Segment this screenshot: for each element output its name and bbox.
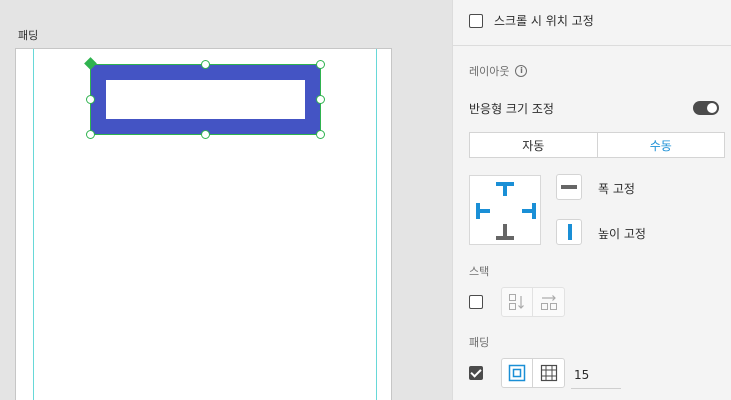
fix-width-icon	[561, 185, 577, 189]
stack-section-header: 스택	[469, 263, 489, 279]
selected-padding-group[interactable]	[84, 57, 325, 139]
stack-horizontal-button[interactable]	[533, 288, 564, 316]
resize-handle-top-center[interactable]	[201, 60, 210, 69]
padding-mode-group	[501, 358, 565, 388]
fix-height-label: 높이 고정	[598, 227, 646, 241]
resize-handle-bottom-right[interactable]	[316, 130, 325, 139]
padding-section-title: 패딩	[469, 336, 490, 349]
stack-direction-group	[501, 287, 565, 317]
layout-guide-right	[376, 49, 377, 400]
stack-section-title: 스택	[469, 265, 490, 278]
padding-individual-button[interactable]	[533, 359, 564, 387]
resize-mode-auto-tab[interactable]: 자동	[470, 133, 598, 157]
responsive-resize-row: 반응형 크기 조정	[469, 100, 554, 117]
section-divider	[453, 45, 731, 46]
layout-guide-left	[33, 49, 34, 400]
scroll-fix-label: 스크롤 시 위치 고정	[494, 14, 594, 28]
padding-checkbox[interactable]	[469, 366, 483, 380]
fix-width-label: 폭 고정	[598, 182, 635, 196]
padding-uniform-button[interactable]	[502, 359, 533, 387]
padding-section-header: 패딩	[469, 334, 489, 350]
padding-uniform-icon	[508, 364, 526, 382]
resize-handle-bottom-center[interactable]	[201, 130, 210, 139]
artboard[interactable]	[15, 48, 392, 400]
resize-handle-middle-left[interactable]	[86, 95, 95, 104]
padding-individual-icon	[540, 364, 557, 382]
stack-vertical-button[interactable]	[502, 288, 533, 316]
toggle-knob	[707, 103, 717, 113]
design-canvas[interactable]: 패딩	[0, 0, 452, 400]
fix-width-button[interactable]	[556, 174, 582, 200]
resize-handle-top-right[interactable]	[316, 60, 325, 69]
scroll-fix-checkbox[interactable]	[469, 13, 483, 28]
resize-mode-manual-tab[interactable]: 수동	[598, 133, 725, 157]
pin-bottom-icon[interactable]	[496, 224, 514, 240]
fix-height-icon	[568, 224, 572, 240]
inner-white-rect[interactable]	[106, 80, 305, 119]
stack-horizontal-icon	[540, 295, 557, 310]
responsive-resize-label: 반응형 크기 조정	[469, 102, 554, 116]
fix-height-button[interactable]	[556, 219, 582, 245]
stack-checkbox[interactable]	[469, 295, 483, 309]
resize-handle-middle-right[interactable]	[316, 95, 325, 104]
resize-mode-segmented-control: 자동 수동	[469, 132, 725, 158]
responsive-resize-toggle[interactable]	[693, 101, 719, 115]
padding-value-text: 15	[574, 368, 590, 382]
scroll-fix-row[interactable]: 스크롤 시 위치 고정	[469, 12, 594, 29]
property-inspector: 스크롤 시 위치 고정 레이아웃 i 반응형 크기 조정 자동 수동 폭 고정 …	[452, 0, 731, 400]
pin-top-icon[interactable]	[496, 182, 514, 196]
info-icon[interactable]: i	[515, 65, 528, 77]
artboard-title[interactable]: 패딩	[18, 27, 38, 43]
layout-section-header: 레이아웃 i	[469, 63, 528, 79]
padding-row	[469, 366, 483, 380]
pin-left-icon[interactable]	[476, 203, 490, 219]
stack-row	[469, 295, 483, 309]
stack-vertical-icon	[509, 294, 524, 310]
pin-constraints-widget	[469, 175, 541, 245]
layout-section-title: 레이아웃	[469, 65, 510, 78]
padding-value-input[interactable]: 15	[571, 364, 621, 389]
group-background-rect[interactable]	[90, 64, 321, 135]
resize-handle-bottom-left[interactable]	[86, 130, 95, 139]
pin-right-icon[interactable]	[522, 203, 536, 219]
